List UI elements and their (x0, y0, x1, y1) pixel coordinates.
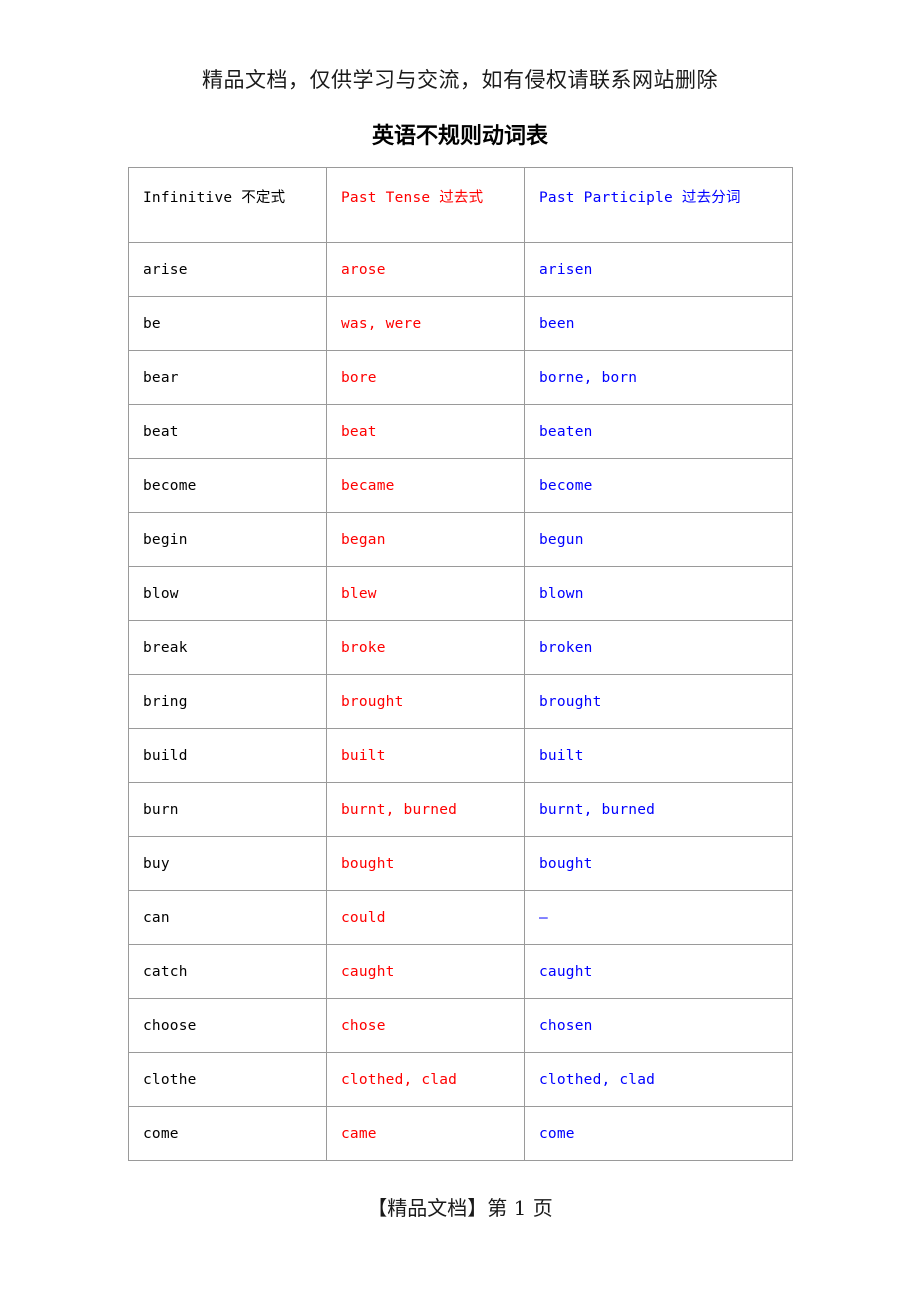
table-row: choose chose chosen (128, 998, 793, 1053)
cell-past-participle: broken (524, 620, 793, 675)
cell-past-tense: blew (326, 566, 525, 621)
cell-infinitive: build (128, 728, 327, 783)
cell-past-participle: brought (524, 674, 793, 729)
table-body: Infinitive 不定式 Past Tense 过去式 Past Parti… (128, 167, 793, 1161)
cell-infinitive: become (128, 458, 327, 513)
cell-infinitive: break (128, 620, 327, 675)
table-row: build built built (128, 728, 793, 783)
cell-past-tense: burnt, burned (326, 782, 525, 837)
cell-past-tense: built (326, 728, 525, 783)
cell-past-participle: beaten (524, 404, 793, 459)
column-header-infinitive: Infinitive 不定式 (128, 167, 327, 243)
cell-infinitive: bring (128, 674, 327, 729)
cell-infinitive: catch (128, 944, 327, 999)
cell-past-tense: could (326, 890, 525, 945)
cell-past-participle: come (524, 1106, 793, 1161)
cell-past-tense: bore (326, 350, 525, 405)
cell-past-participle: built (524, 728, 793, 783)
cell-past-participle: blown (524, 566, 793, 621)
irregular-verbs-table: Infinitive 不定式 Past Tense 过去式 Past Parti… (128, 167, 793, 1161)
cell-past-participle: become (524, 458, 793, 513)
cell-past-tense: broke (326, 620, 525, 675)
page-title: 英语不规则动词表 (371, 124, 548, 149)
table-row: be was, were been (128, 296, 793, 351)
cell-past-tense: clothed, clad (326, 1052, 525, 1107)
cell-infinitive: be (128, 296, 327, 351)
cell-infinitive: can (128, 890, 327, 945)
cell-infinitive: burn (128, 782, 327, 837)
cell-past-participle: bought (524, 836, 793, 891)
column-header-past-tense: Past Tense 过去式 (326, 167, 525, 243)
cell-past-participle: been (524, 296, 793, 351)
cell-infinitive: clothe (128, 1052, 327, 1107)
cell-past-tense: caught (326, 944, 525, 999)
table-row: clothe clothed, clad clothed, clad (128, 1052, 793, 1107)
cell-infinitive: arise (128, 242, 327, 297)
cell-past-tense: came (326, 1106, 525, 1161)
table-row: arise arose arisen (128, 242, 793, 297)
cell-past-tense: became (326, 458, 525, 513)
cell-infinitive: choose (128, 998, 327, 1053)
irregular-verbs-table-container: Infinitive 不定式 Past Tense 过去式 Past Parti… (128, 167, 793, 1161)
cell-past-participle: caught (524, 944, 793, 999)
table-row: bring brought brought (128, 674, 793, 729)
cell-infinitive: come (128, 1106, 327, 1161)
cell-past-participle: clothed, clad (524, 1052, 793, 1107)
cell-past-tense: bought (326, 836, 525, 891)
table-row: begin began begun (128, 512, 793, 567)
table-row: become became become (128, 458, 793, 513)
table-row: catch caught caught (128, 944, 793, 999)
table-row: buy bought bought (128, 836, 793, 891)
cell-infinitive: bear (128, 350, 327, 405)
cell-infinitive: beat (128, 404, 327, 459)
cell-past-participle: – (524, 890, 793, 945)
document-header-notice: 精品文档，仅供学习与交流，如有侵权请联系网站删除 (202, 68, 718, 92)
table-row: beat beat beaten (128, 404, 793, 459)
cell-past-participle: borne, born (524, 350, 793, 405)
column-header-past-participle: Past Participle 过去分词 (524, 167, 793, 243)
cell-infinitive: begin (128, 512, 327, 567)
cell-past-tense: beat (326, 404, 525, 459)
cell-infinitive: buy (128, 836, 327, 891)
table-header-row: Infinitive 不定式 Past Tense 过去式 Past Parti… (128, 167, 793, 243)
cell-past-tense: was, were (326, 296, 525, 351)
cell-infinitive: blow (128, 566, 327, 621)
table-row: break broke broken (128, 620, 793, 675)
cell-past-tense: brought (326, 674, 525, 729)
table-row: bear bore borne, born (128, 350, 793, 405)
page-footer: 【精品文档】第 1 页 (367, 1196, 553, 1220)
table-row: burn burnt, burned burnt, burned (128, 782, 793, 837)
table-row: come came come (128, 1106, 793, 1161)
table-row: blow blew blown (128, 566, 793, 621)
cell-past-participle: chosen (524, 998, 793, 1053)
cell-past-participle: begun (524, 512, 793, 567)
cell-past-tense: began (326, 512, 525, 567)
cell-past-tense: chose (326, 998, 525, 1053)
cell-past-participle: burnt, burned (524, 782, 793, 837)
table-row: can could – (128, 890, 793, 945)
document-page: 精品文档，仅供学习与交流，如有侵权请联系网站删除 英语不规则动词表 Infini… (0, 0, 920, 1302)
cell-past-tense: arose (326, 242, 525, 297)
cell-past-participle: arisen (524, 242, 793, 297)
